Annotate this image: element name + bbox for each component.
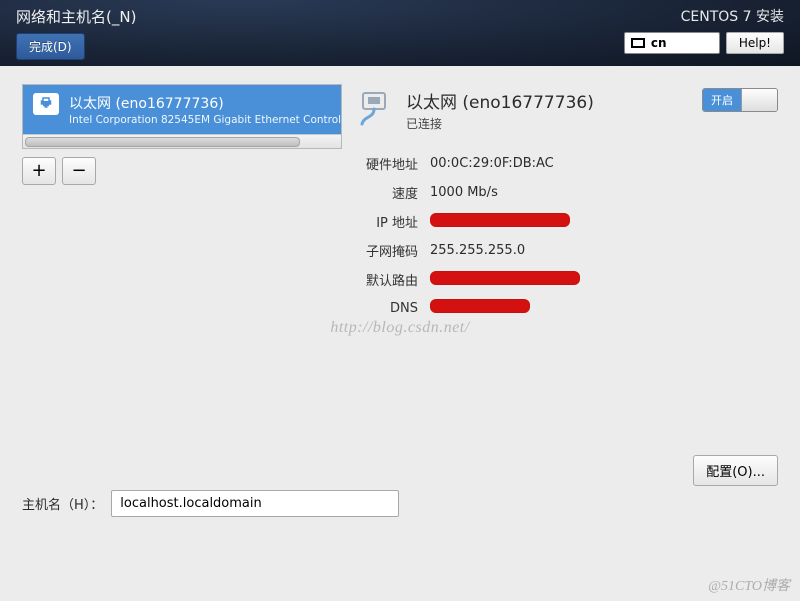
toggle-on-label: 开启: [703, 89, 741, 111]
device-description: Intel Corporation 82545EM Gigabit Ethern…: [69, 114, 341, 126]
ip-value: [430, 213, 778, 231]
dns-value: [430, 299, 778, 317]
horizontal-scrollbar[interactable]: [23, 134, 341, 148]
device-detail: 以太网 (eno16777736) 已连接 开启 硬件地址 00:0C:29:0…: [354, 84, 778, 444]
gateway-label: 默认路由: [354, 270, 418, 289]
hw-addr-label: 硬件地址: [354, 154, 418, 173]
keyboard-layout-indicator[interactable]: cn: [624, 32, 720, 54]
speed-label: 速度: [354, 183, 418, 202]
done-button[interactable]: 完成(D): [16, 33, 85, 60]
device-list: 以太网 (eno16777736) Intel Corporation 8254…: [22, 84, 342, 149]
netmask-value: 255.255.255.0: [430, 243, 778, 258]
body: 以太网 (eno16777736) Intel Corporation 8254…: [0, 66, 800, 561]
detail-title: 以太网 (eno16777736): [406, 88, 594, 113]
connection-info: 硬件地址 00:0C:29:0F:DB:AC 速度 1000 Mb/s IP 地…: [354, 154, 778, 317]
toggle-knob: [741, 89, 777, 111]
netmask-label: 子网掩码: [354, 241, 418, 260]
installer-title: CENTOS 7 安装: [681, 6, 784, 26]
hw-addr-value: 00:0C:29:0F:DB:AC: [430, 156, 778, 171]
header-bar: 网络和主机名(_N) 完成(D) CENTOS 7 安装 cn Help!: [0, 0, 800, 66]
dns-label: DNS: [354, 301, 418, 316]
speed-value: 1000 Mb/s: [430, 185, 778, 200]
device-name: 以太网 (eno16777736): [69, 93, 341, 113]
device-list-scroll[interactable]: 以太网 (eno16777736) Intel Corporation 8254…: [23, 85, 341, 134]
ethernet-icon: [33, 93, 59, 115]
ethernet-icon-large: [354, 88, 394, 128]
watermark-bottom-right: @51CTO博客: [708, 575, 790, 595]
device-list-column: 以太网 (eno16777736) Intel Corporation 8254…: [22, 84, 342, 444]
remove-device-button[interactable]: −: [62, 157, 96, 185]
add-device-button[interactable]: +: [22, 157, 56, 185]
keyboard-layout-label: cn: [651, 36, 667, 50]
help-button[interactable]: Help!: [726, 32, 784, 54]
gateway-value: [430, 271, 778, 289]
detail-status: 已连接: [406, 115, 594, 132]
header-right: CENTOS 7 安装 cn Help!: [624, 6, 784, 54]
configure-button[interactable]: 配置(O)...: [693, 455, 778, 486]
device-item-eno16777736[interactable]: 以太网 (eno16777736) Intel Corporation 8254…: [23, 85, 341, 134]
keyboard-icon: [631, 38, 645, 48]
hostname-input[interactable]: [111, 490, 399, 517]
scrollbar-thumb[interactable]: [25, 137, 300, 147]
hostname-row: 主机名（H）：: [22, 490, 399, 517]
hostname-label: 主机名（H）：: [22, 494, 103, 513]
ip-label: IP 地址: [354, 212, 418, 231]
connection-toggle[interactable]: 开启: [702, 88, 778, 112]
